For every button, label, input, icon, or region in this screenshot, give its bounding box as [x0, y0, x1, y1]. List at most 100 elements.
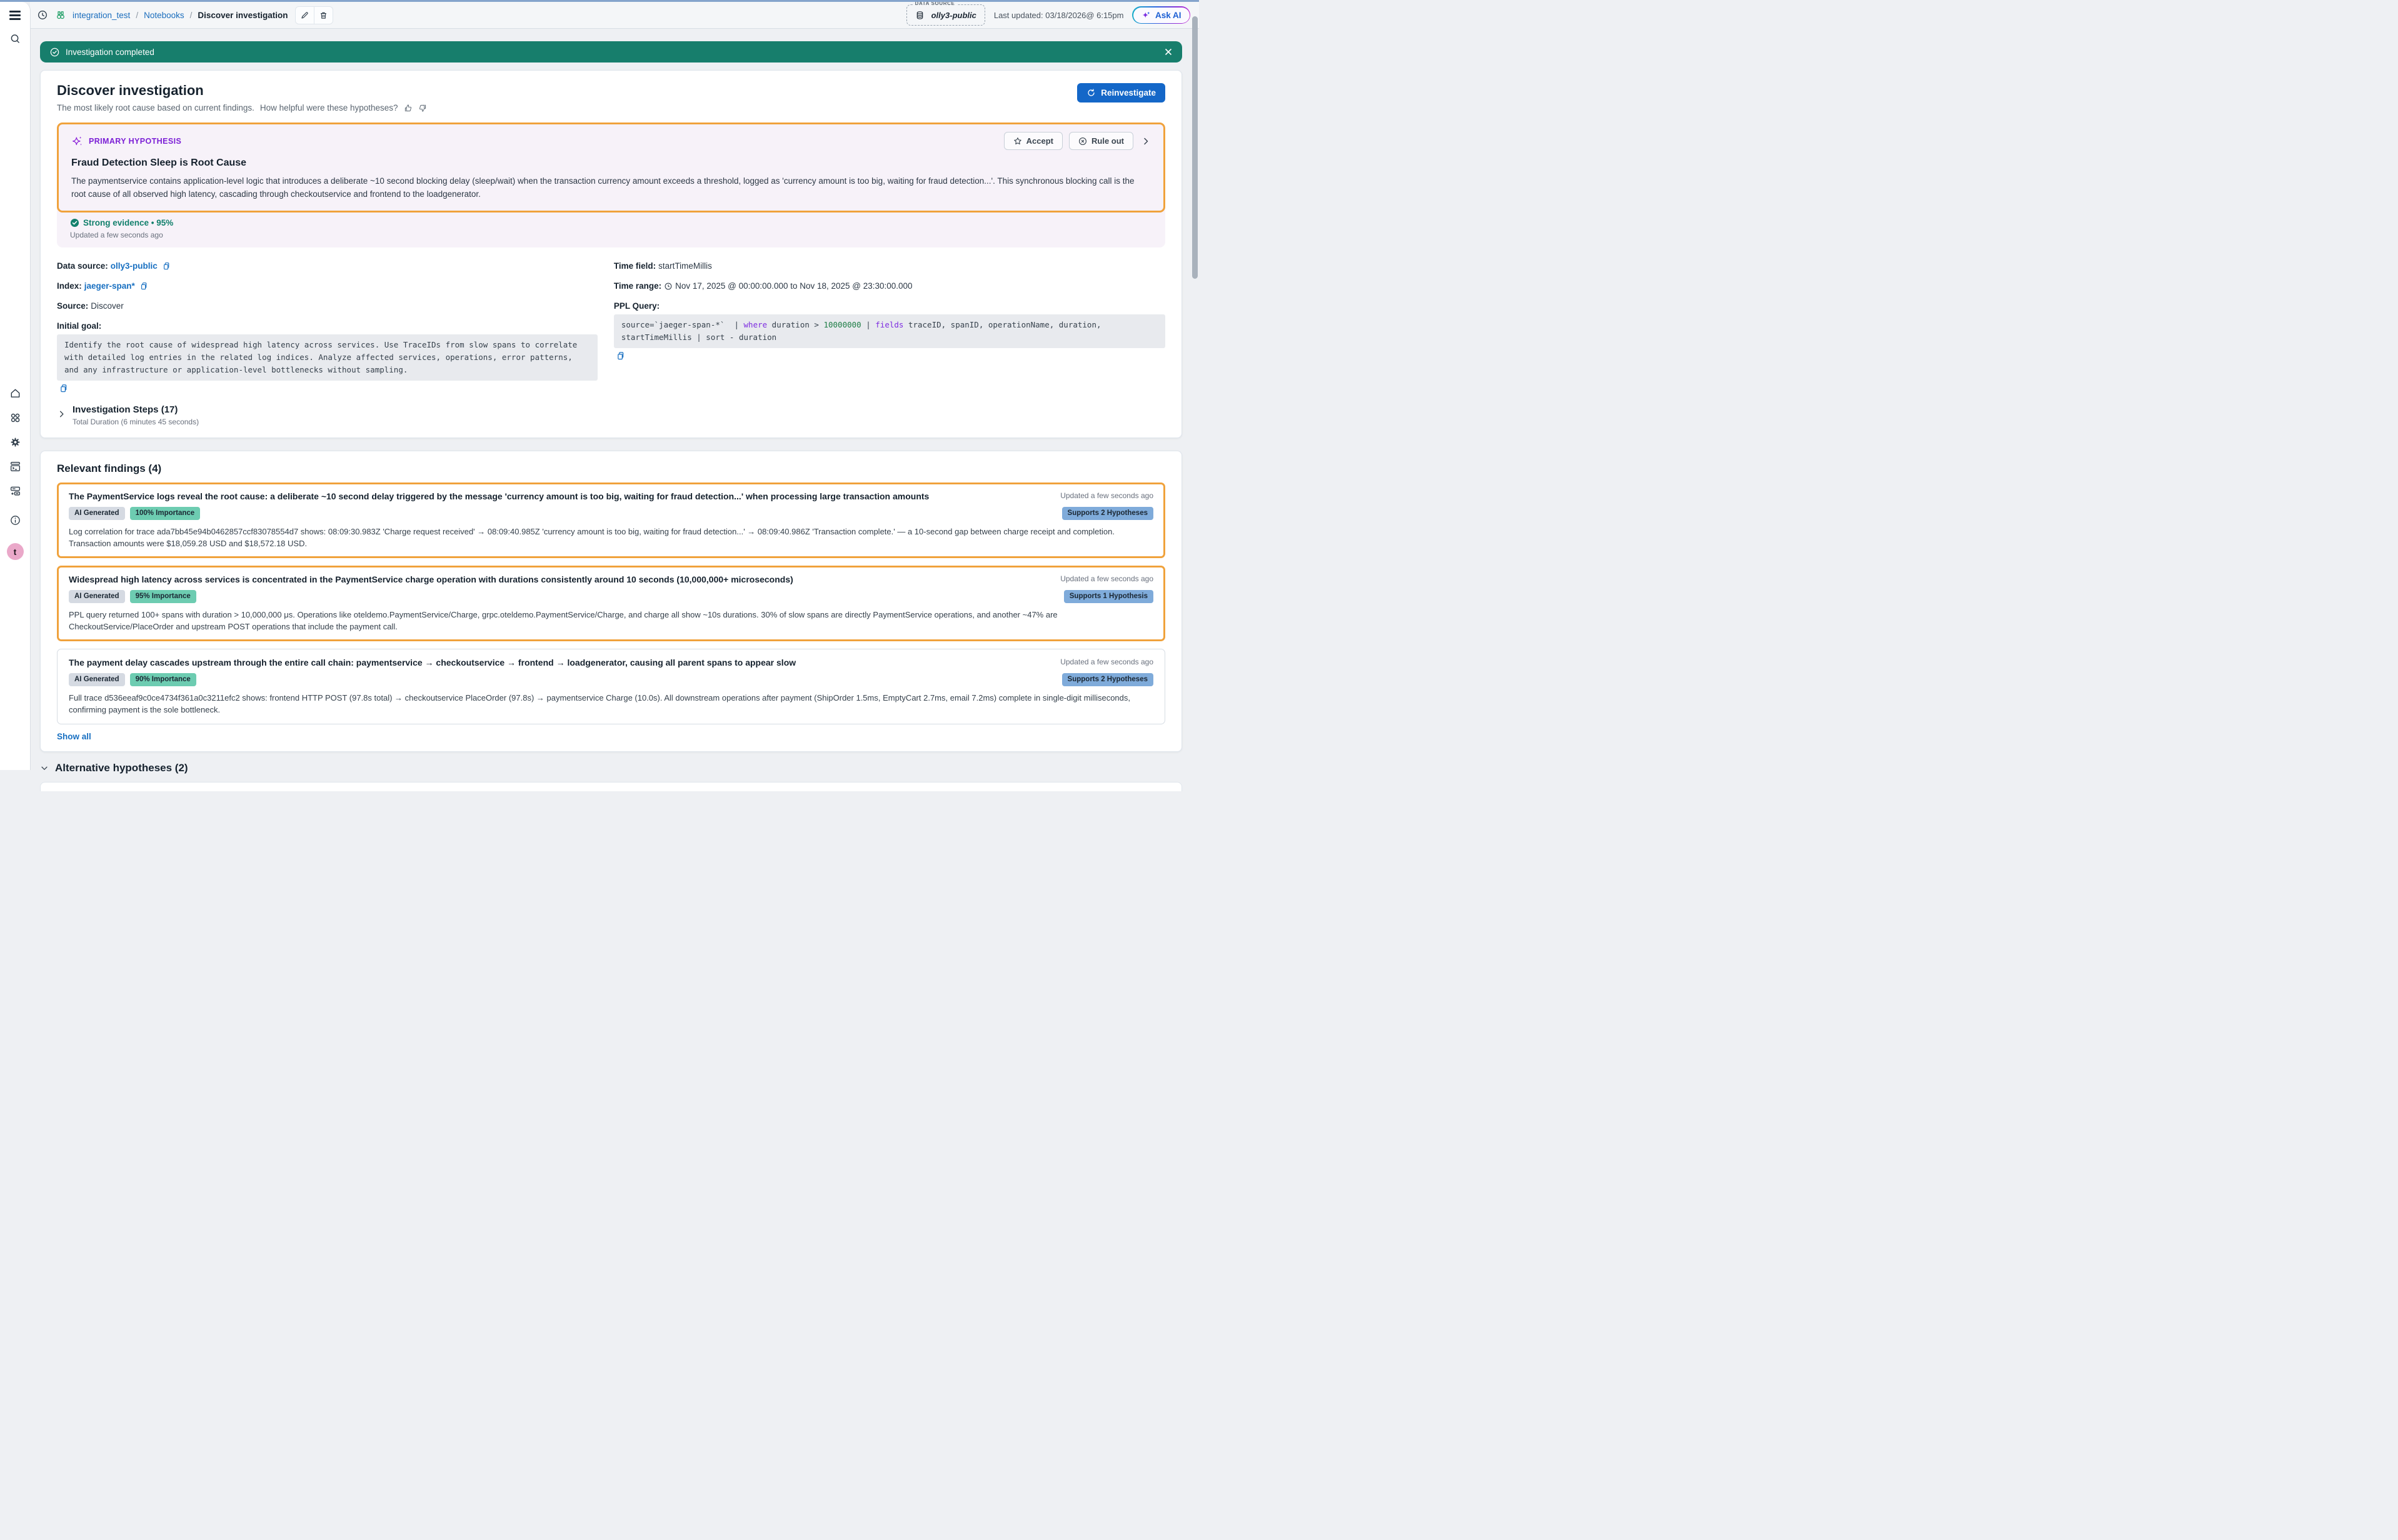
clock-icon [664, 282, 673, 291]
edit-pencil-icon[interactable] [296, 7, 314, 24]
relevant-findings-card: Relevant findings (4) The PaymentService… [40, 451, 1182, 752]
recent-history-icon[interactable] [36, 9, 49, 21]
database-icon [914, 9, 926, 21]
home-icon[interactable] [9, 387, 21, 399]
feedback-question: How helpful were these hypotheses? [260, 102, 398, 114]
index-label: Index: [57, 280, 82, 292]
breadcrumb-separator: / [136, 11, 138, 20]
scrollbar-thumb[interactable] [1192, 16, 1198, 279]
importance-badge: 90% Importance [130, 673, 196, 686]
finding-body: Full trace d536eeaf9c0ce4734f361a0c3211e… [69, 692, 1153, 716]
page-header: integration_test / Notebooks / Discover … [30, 2, 1199, 29]
chevron-right-icon[interactable] [1141, 136, 1151, 146]
search-icon[interactable] [9, 33, 21, 46]
initial-goal-code: Identify the root cause of widespread hi… [57, 334, 598, 381]
investigation-steps-duration: Total Duration (6 minutes 45 seconds) [73, 418, 199, 426]
accept-label: Accept [1026, 136, 1053, 146]
copy-icon[interactable] [139, 282, 148, 290]
alternative-hypotheses-heading: Alternative hypotheses (2) [55, 762, 188, 774]
copy-icon[interactable] [59, 384, 68, 392]
initial-goal-label: Initial goal: [57, 320, 101, 332]
index-link[interactable]: jaeger-span* [84, 280, 135, 292]
finding-item[interactable]: Widespread high latency across services … [57, 566, 1165, 641]
investigation-steps-title: Investigation Steps (17) [73, 404, 199, 415]
breadcrumb-project[interactable]: integration_test [73, 11, 130, 20]
source-value: Discover [91, 300, 124, 312]
ask-ai-label: Ask AI [1155, 11, 1181, 20]
breadcrumb-current-page: Discover investigation [198, 11, 288, 20]
investigation-steps-toggle[interactable]: Investigation Steps (17) Total Duration … [57, 404, 1165, 429]
ai-generated-badge: AI Generated [69, 590, 125, 603]
source-label: Source: [57, 300, 88, 312]
supports-hypotheses-badge: Supports 2 Hypotheses [1062, 507, 1153, 520]
data-source-label: Data source: [57, 260, 108, 272]
info-icon[interactable] [9, 514, 21, 526]
reinvestigate-button[interactable]: Reinvestigate [1077, 83, 1165, 102]
time-range-label: Time range: [614, 280, 661, 292]
add-panel-icon[interactable] [9, 484, 21, 497]
left-sidebar: t [0, 2, 31, 770]
finding-title: The payment delay cascades upstream thro… [69, 657, 1060, 669]
breadcrumb-notebooks[interactable]: Notebooks [144, 11, 184, 20]
ask-ai-button[interactable]: Ask AI [1132, 6, 1190, 24]
last-updated-text: Last updated: 03/18/2026@ 6:15pm [994, 11, 1124, 20]
notebook-binoculars-icon [54, 9, 67, 21]
rule-out-button[interactable]: Rule out [1069, 132, 1133, 150]
ai-generated-badge: AI Generated [69, 673, 125, 686]
hypothesis-body: The paymentservice contains application-… [71, 174, 1151, 201]
user-avatar[interactable]: t [7, 543, 24, 560]
alternative-hypotheses-toggle[interactable]: Alternative hypotheses (2) [40, 762, 1182, 774]
show-all-link[interactable]: Show all [57, 732, 91, 741]
menu-icon[interactable] [9, 11, 21, 20]
time-field-value: startTimeMillis [658, 260, 712, 272]
alternative-hypotheses-card-partial [40, 782, 1182, 791]
accept-button[interactable]: Accept [1004, 132, 1063, 150]
finding-item[interactable]: The payment delay cascades upstream thro… [57, 649, 1165, 724]
primary-hypothesis-section: PRIMARY HYPOTHESIS Accept [57, 122, 1165, 248]
finding-body: Log correlation for trace ada7bb45e94b04… [69, 526, 1153, 549]
reinvestigate-label: Reinvestigate [1101, 88, 1156, 98]
data-source-link[interactable]: olly3-public [111, 260, 158, 272]
page-scrollbar [1192, 16, 1198, 766]
finding-title: The PaymentService logs reveal the root … [69, 491, 1060, 502]
chevron-right-icon [57, 409, 66, 419]
dev-console-icon[interactable] [9, 460, 21, 472]
close-icon[interactable] [1164, 48, 1173, 56]
thumbs-up-icon[interactable] [404, 104, 413, 112]
delete-trash-icon[interactable] [314, 7, 333, 24]
check-circle-icon [49, 47, 60, 58]
supports-hypotheses-badge: Supports 1 Hypothesis [1064, 590, 1153, 603]
star-icon [1013, 137, 1022, 146]
copy-icon[interactable] [616, 351, 625, 360]
time-range-value: Nov 17, 2025 @ 00:00:00.000 to Nov 18, 2… [675, 280, 912, 292]
chevron-down-icon [40, 764, 49, 772]
circle-x-icon [1078, 137, 1087, 146]
time-field-label: Time field: [614, 260, 656, 272]
apps-icon[interactable] [9, 411, 21, 424]
finding-updated: Updated a few seconds ago [1060, 657, 1153, 666]
hypothesis-updated: Updated a few seconds ago [70, 231, 1152, 239]
page-subtitle: The most likely root cause based on curr… [57, 102, 254, 114]
hypothesis-title: Fraud Detection Sleep is Root Cause [71, 158, 1151, 169]
investigation-completed-banner: Investigation completed [40, 41, 1182, 62]
ppl-query-code: source=`jaeger-span-*` | where duration … [614, 314, 1165, 348]
importance-badge: 100% Importance [130, 507, 201, 520]
thumbs-down-icon[interactable] [418, 104, 427, 112]
breadcrumb-separator: / [190, 11, 193, 20]
browser-top-strip [0, 0, 1199, 2]
meta-right-column: Time field: startTimeMillis Time range: … [614, 260, 1165, 394]
data-source-chip[interactable]: DATA SOURCE olly3-public [906, 4, 985, 26]
banner-text: Investigation completed [66, 48, 154, 57]
copy-icon[interactable] [162, 262, 170, 270]
evidence-strength: Strong evidence • 95% [83, 218, 173, 228]
primary-hypothesis-eyebrow: PRIMARY HYPOTHESIS [89, 137, 181, 146]
supports-hypotheses-badge: Supports 2 Hypotheses [1062, 673, 1153, 686]
settings-gear-icon[interactable] [9, 436, 21, 448]
finding-updated: Updated a few seconds ago [1060, 491, 1153, 500]
investigation-card: Discover investigation Reinvestigate The… [40, 70, 1182, 438]
sparkles-icon [1141, 11, 1151, 20]
breadcrumb: integration_test / Notebooks / Discover … [36, 9, 288, 21]
main-area: integration_test / Notebooks / Discover … [30, 2, 1199, 770]
refresh-icon [1086, 88, 1096, 98]
finding-item[interactable]: The PaymentService logs reveal the root … [57, 482, 1165, 558]
